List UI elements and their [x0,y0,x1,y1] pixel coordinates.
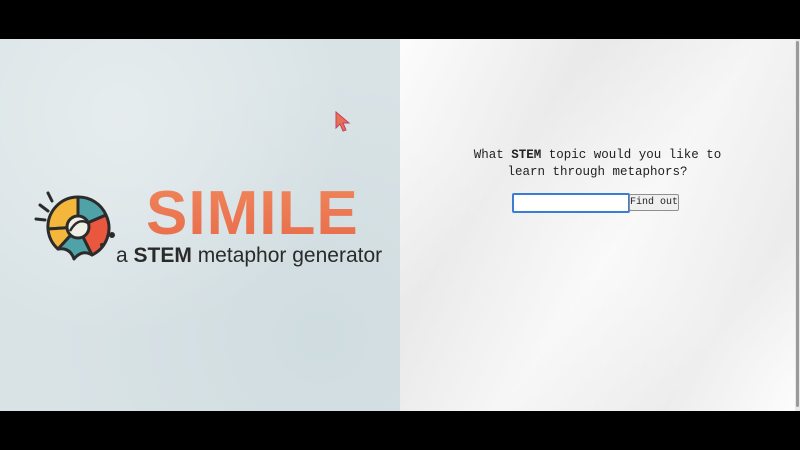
prompt-line-1: What STEM topic would you like to [400,147,795,164]
tagline-emphasis: STEM [133,244,192,267]
tagline-prefix: a [116,244,134,267]
mouse-pointer-icon [335,111,351,132]
page-viewport: SIMILE a STEM metaphor generator What ST… [0,39,800,411]
topic-prompt: What STEM topic would you like to learn … [400,147,795,181]
vertical-scrollbar[interactable] [795,39,800,411]
app-tagline: a STEM metaphor generator [116,244,382,268]
brand-panel: SIMILE a STEM metaphor generator [0,39,400,411]
prompt-emphasis: STEM [511,148,542,162]
app-title: SIMILE [146,179,359,248]
find-out-button[interactable]: Find out [629,194,679,211]
prompt-line-2: learn through metaphors? [507,165,688,179]
simile-logo-icon [34,191,115,261]
prompt-prefix: What [473,148,512,162]
tagline-suffix: metaphor generator [191,244,383,267]
search-panel [400,39,795,411]
topic-input[interactable] [512,193,630,213]
scrollbar-thumb[interactable] [796,41,799,407]
prompt-line1-suffix: topic would you like to [541,148,722,162]
